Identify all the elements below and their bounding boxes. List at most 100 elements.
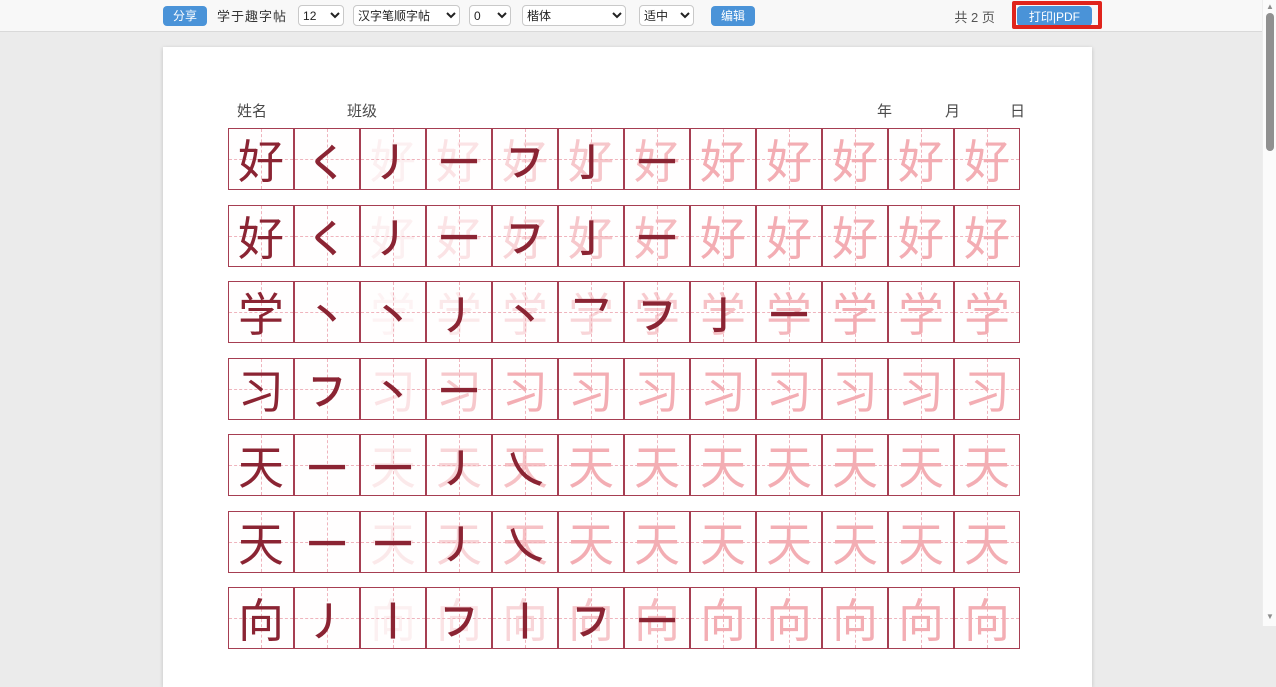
copybook-type-select[interactable]: 汉字笔顺字帖	[353, 5, 460, 26]
grid-cell: 习一	[426, 358, 492, 420]
character-glyph: 天	[229, 435, 293, 495]
grid-cell: 学一	[756, 281, 822, 343]
scroll-down-icon[interactable]: ▼	[1263, 611, 1276, 623]
stroke-glyph: 乛	[559, 282, 623, 342]
ghost-character: 天	[757, 512, 821, 572]
ghost-character: 天	[823, 435, 887, 495]
grid-cell: 习	[492, 358, 558, 420]
grid-cell: 天乀	[492, 434, 558, 496]
print-pdf-button[interactable]: 打印|PDF	[1017, 6, 1092, 26]
month-label: 月	[945, 100, 960, 121]
grid-cell: 好	[954, 205, 1020, 267]
ghost-character: 天	[823, 512, 887, 572]
font-size-select[interactable]: 12	[298, 5, 344, 26]
number-select[interactable]: 0	[469, 5, 511, 26]
grid-cell: 习	[822, 358, 888, 420]
grid-cell: 天	[954, 511, 1020, 573]
character-glyph: 天	[229, 512, 293, 572]
stroke-glyph: 乀	[493, 512, 557, 572]
grid-cell: 好	[888, 205, 954, 267]
grid-row: 天一天一天丿天乀天天天天天天天	[228, 434, 1020, 496]
scroll-up-icon[interactable]: ▲	[1263, 1, 1276, 13]
typeface-select[interactable]: 楷体	[522, 5, 626, 26]
ghost-character: 习	[559, 359, 623, 419]
stroke-glyph: 丿	[295, 588, 359, 648]
grid-cell: 好	[690, 128, 756, 190]
grid-cell: 天	[822, 511, 888, 573]
ghost-character: 天	[955, 512, 1019, 572]
ghost-character: 天	[559, 435, 623, 495]
grid-cell: 学乛	[558, 281, 624, 343]
stroke-glyph: 丶	[361, 282, 425, 342]
ghost-character: 天	[955, 435, 1019, 495]
grid-cell: く	[294, 128, 360, 190]
stroke-glyph: 一	[625, 129, 689, 189]
day-label: 日	[1010, 100, 1025, 121]
grid-row: 习フ习丶习一习习习习习习习习	[228, 358, 1020, 420]
grid-cell: 天丿	[426, 511, 492, 573]
grid-cell: 天	[228, 434, 294, 496]
stroke-glyph: 丶	[295, 282, 359, 342]
grid-cell: 向丨	[360, 587, 426, 649]
grid-cell: 向	[954, 587, 1020, 649]
grid-cell: 好	[954, 128, 1020, 190]
grid-cell: 好丿	[360, 205, 426, 267]
grid-cell: 好亅	[558, 128, 624, 190]
scrollbar-thumb[interactable]	[1266, 13, 1274, 151]
grid-cell: 学	[822, 281, 888, 343]
stroke-glyph: く	[295, 206, 359, 266]
grid-cell: 学亅	[690, 281, 756, 343]
density-select[interactable]: 适中	[639, 5, 694, 26]
grid-cell: 好フ	[492, 205, 558, 267]
grid-cell: 好	[822, 128, 888, 190]
stroke-glyph: 一	[427, 206, 491, 266]
grid-cell: 习	[888, 358, 954, 420]
toolbar: 分享 学于趣字帖 12 汉字笔顺字帖 0 楷体 适中 编辑 共 2 页 打印|P…	[0, 0, 1276, 32]
grid-cell: フ	[294, 358, 360, 420]
scrollbar[interactable]: ▲ ▼	[1262, 0, 1276, 626]
ghost-character: 好	[691, 129, 755, 189]
grid-cell: 好一	[426, 128, 492, 190]
class-label: 班级	[347, 100, 377, 121]
grid-cell: 天	[756, 434, 822, 496]
grid-cell: 学丿	[426, 281, 492, 343]
ghost-character: 习	[823, 359, 887, 419]
grid-cell: 天一	[360, 434, 426, 496]
grid-row: 好く好丿好一好フ好亅好一好好好好好	[228, 205, 1020, 267]
stroke-glyph: 乀	[493, 435, 557, 495]
grid-cell: 天	[624, 511, 690, 573]
grid-cell: 习	[558, 358, 624, 420]
stroke-glyph: フ	[559, 588, 623, 648]
character-glyph: 向	[229, 588, 293, 648]
ghost-character: 天	[691, 435, 755, 495]
stroke-glyph: 一	[295, 512, 359, 572]
share-button[interactable]: 分享	[163, 6, 207, 26]
grid-cell: 习	[690, 358, 756, 420]
main-area: 姓名 班级 年 月 日 好く好丿好一好フ好亅好一好好好好好好く好丿好一好フ好亅好…	[0, 32, 1276, 626]
grid-cell: 丶	[294, 281, 360, 343]
ghost-character: 天	[757, 435, 821, 495]
grid-cell: 天	[888, 511, 954, 573]
stroke-glyph: 丿	[427, 282, 491, 342]
grid-cell: 天	[624, 434, 690, 496]
character-glyph: 习	[229, 359, 293, 419]
grid-row: 学丶学丶学丿学丶学乛学フ学亅学一学学学	[228, 281, 1020, 343]
stroke-glyph: 一	[295, 435, 359, 495]
ghost-character: 向	[757, 588, 821, 648]
ghost-character: 习	[757, 359, 821, 419]
edit-button[interactable]: 编辑	[711, 6, 755, 26]
stroke-glyph: 一	[361, 512, 425, 572]
grid-cell: 天	[822, 434, 888, 496]
stroke-glyph: フ	[427, 588, 491, 648]
toolbar-right-group: 共 2 页 打印|PDF	[954, 0, 1092, 32]
ghost-character: 好	[889, 129, 953, 189]
grid-row: 向丿向丨向フ向丨向フ向一向向向向向	[228, 587, 1020, 649]
stroke-glyph: 丿	[427, 435, 491, 495]
stroke-glyph: 亅	[559, 129, 623, 189]
toolbar-left-group: 分享 学于趣字帖 12 汉字笔顺字帖 0 楷体 适中 编辑	[163, 5, 755, 26]
stroke-glyph: 丨	[361, 588, 425, 648]
ghost-character: 习	[493, 359, 557, 419]
grid-cell: 向	[690, 587, 756, 649]
grid-cell: 习	[756, 358, 822, 420]
character-glyph: 学	[229, 282, 293, 342]
